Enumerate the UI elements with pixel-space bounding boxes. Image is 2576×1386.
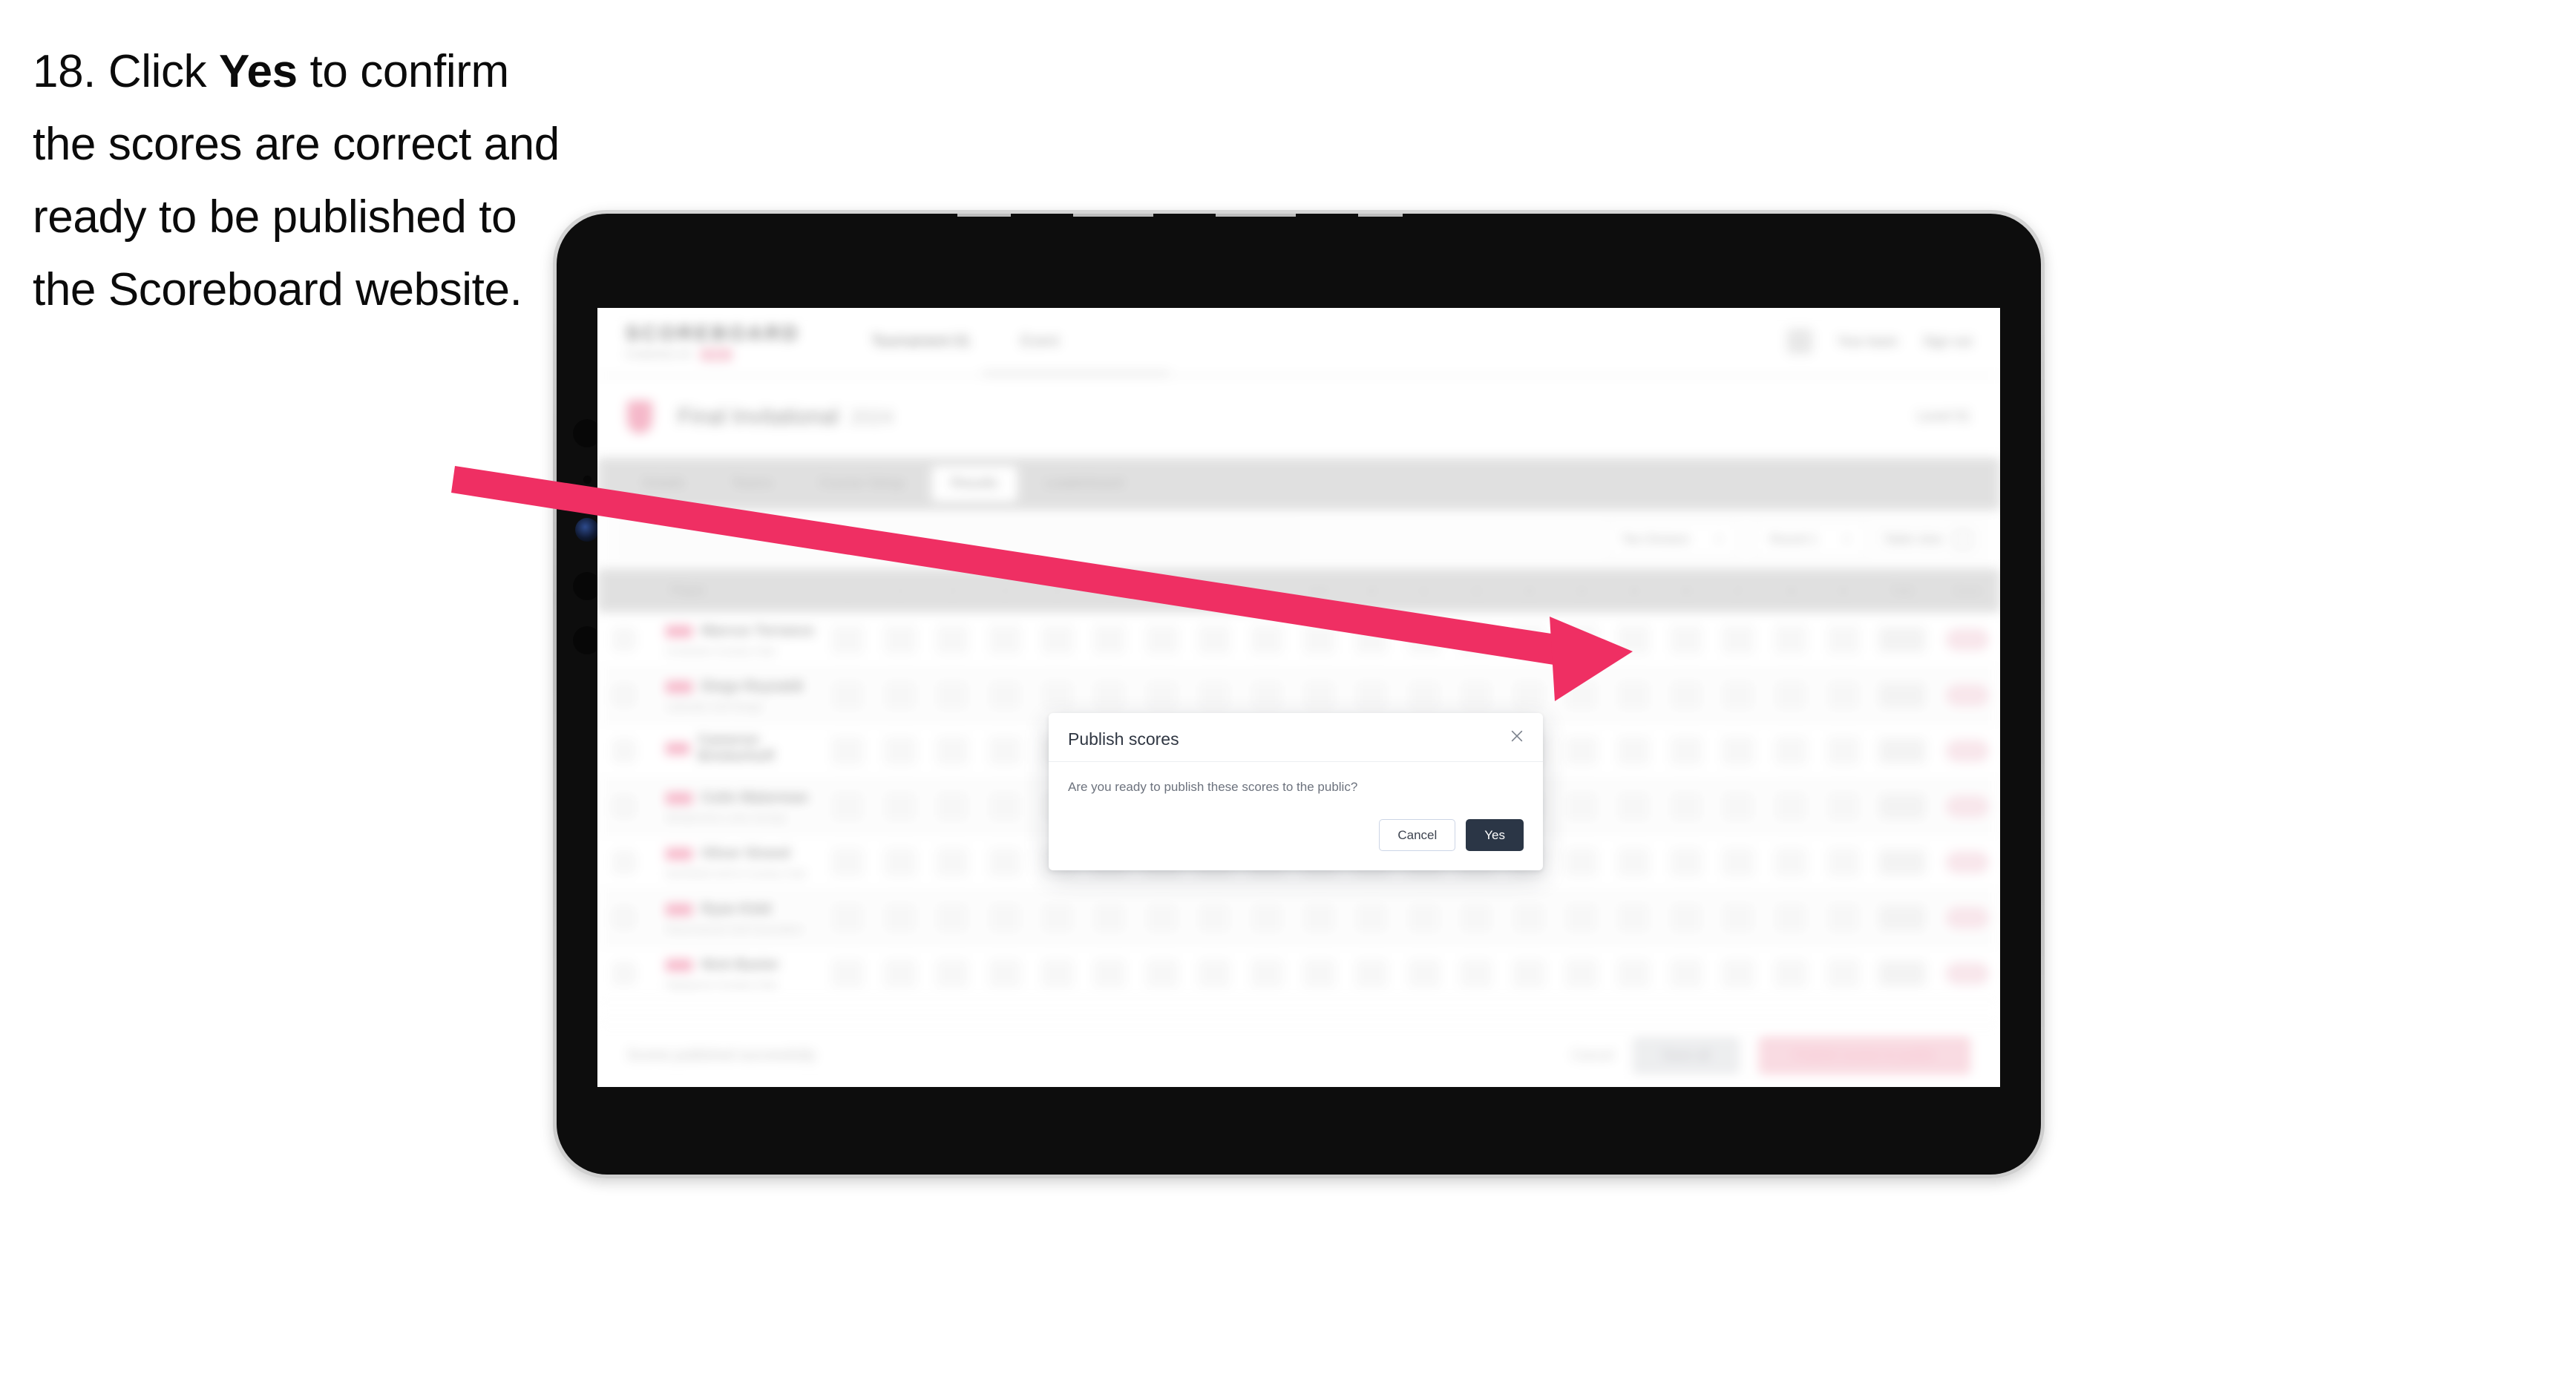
- tablet-screen: SCOREBOARD POWERED BY PGA Tournament 01 …: [597, 308, 2000, 1087]
- tablet-sensor-icon: [575, 518, 599, 542]
- tablet-antenna-band: [957, 214, 1403, 217]
- tablet-device-frame: SCOREBOARD POWERED BY PGA Tournament 01 …: [553, 210, 2045, 1178]
- instruction-pre: Click: [108, 46, 219, 97]
- instruction-text: 18. Click Yes to confirm the scores are …: [33, 36, 582, 326]
- instruction-emphasis: Yes: [218, 46, 298, 97]
- dialog-body: Are you ready to publish these scores to…: [1049, 762, 1543, 796]
- yes-button[interactable]: Yes: [1466, 819, 1524, 851]
- tablet-body: SCOREBOARD POWERED BY PGA Tournament 01 …: [557, 214, 2041, 1175]
- modal-scrim: [597, 308, 2000, 1087]
- publish-scores-dialog: Publish scores Are you ready to publish …: [1049, 713, 1543, 870]
- dialog-message: Are you ready to publish these scores to…: [1068, 780, 1358, 794]
- instruction-step-number: 18.: [33, 46, 96, 97]
- dialog-actions: Cancel Yes: [1049, 819, 1543, 870]
- slide-canvas: 18. Click Yes to confirm the scores are …: [0, 0, 2576, 1386]
- tablet-microphone-icon: [583, 476, 591, 484]
- dialog-header: Publish scores: [1049, 713, 1543, 762]
- close-icon[interactable]: [1504, 723, 1530, 749]
- cancel-button[interactable]: Cancel: [1379, 819, 1456, 851]
- dialog-title: Publish scores: [1068, 729, 1179, 749]
